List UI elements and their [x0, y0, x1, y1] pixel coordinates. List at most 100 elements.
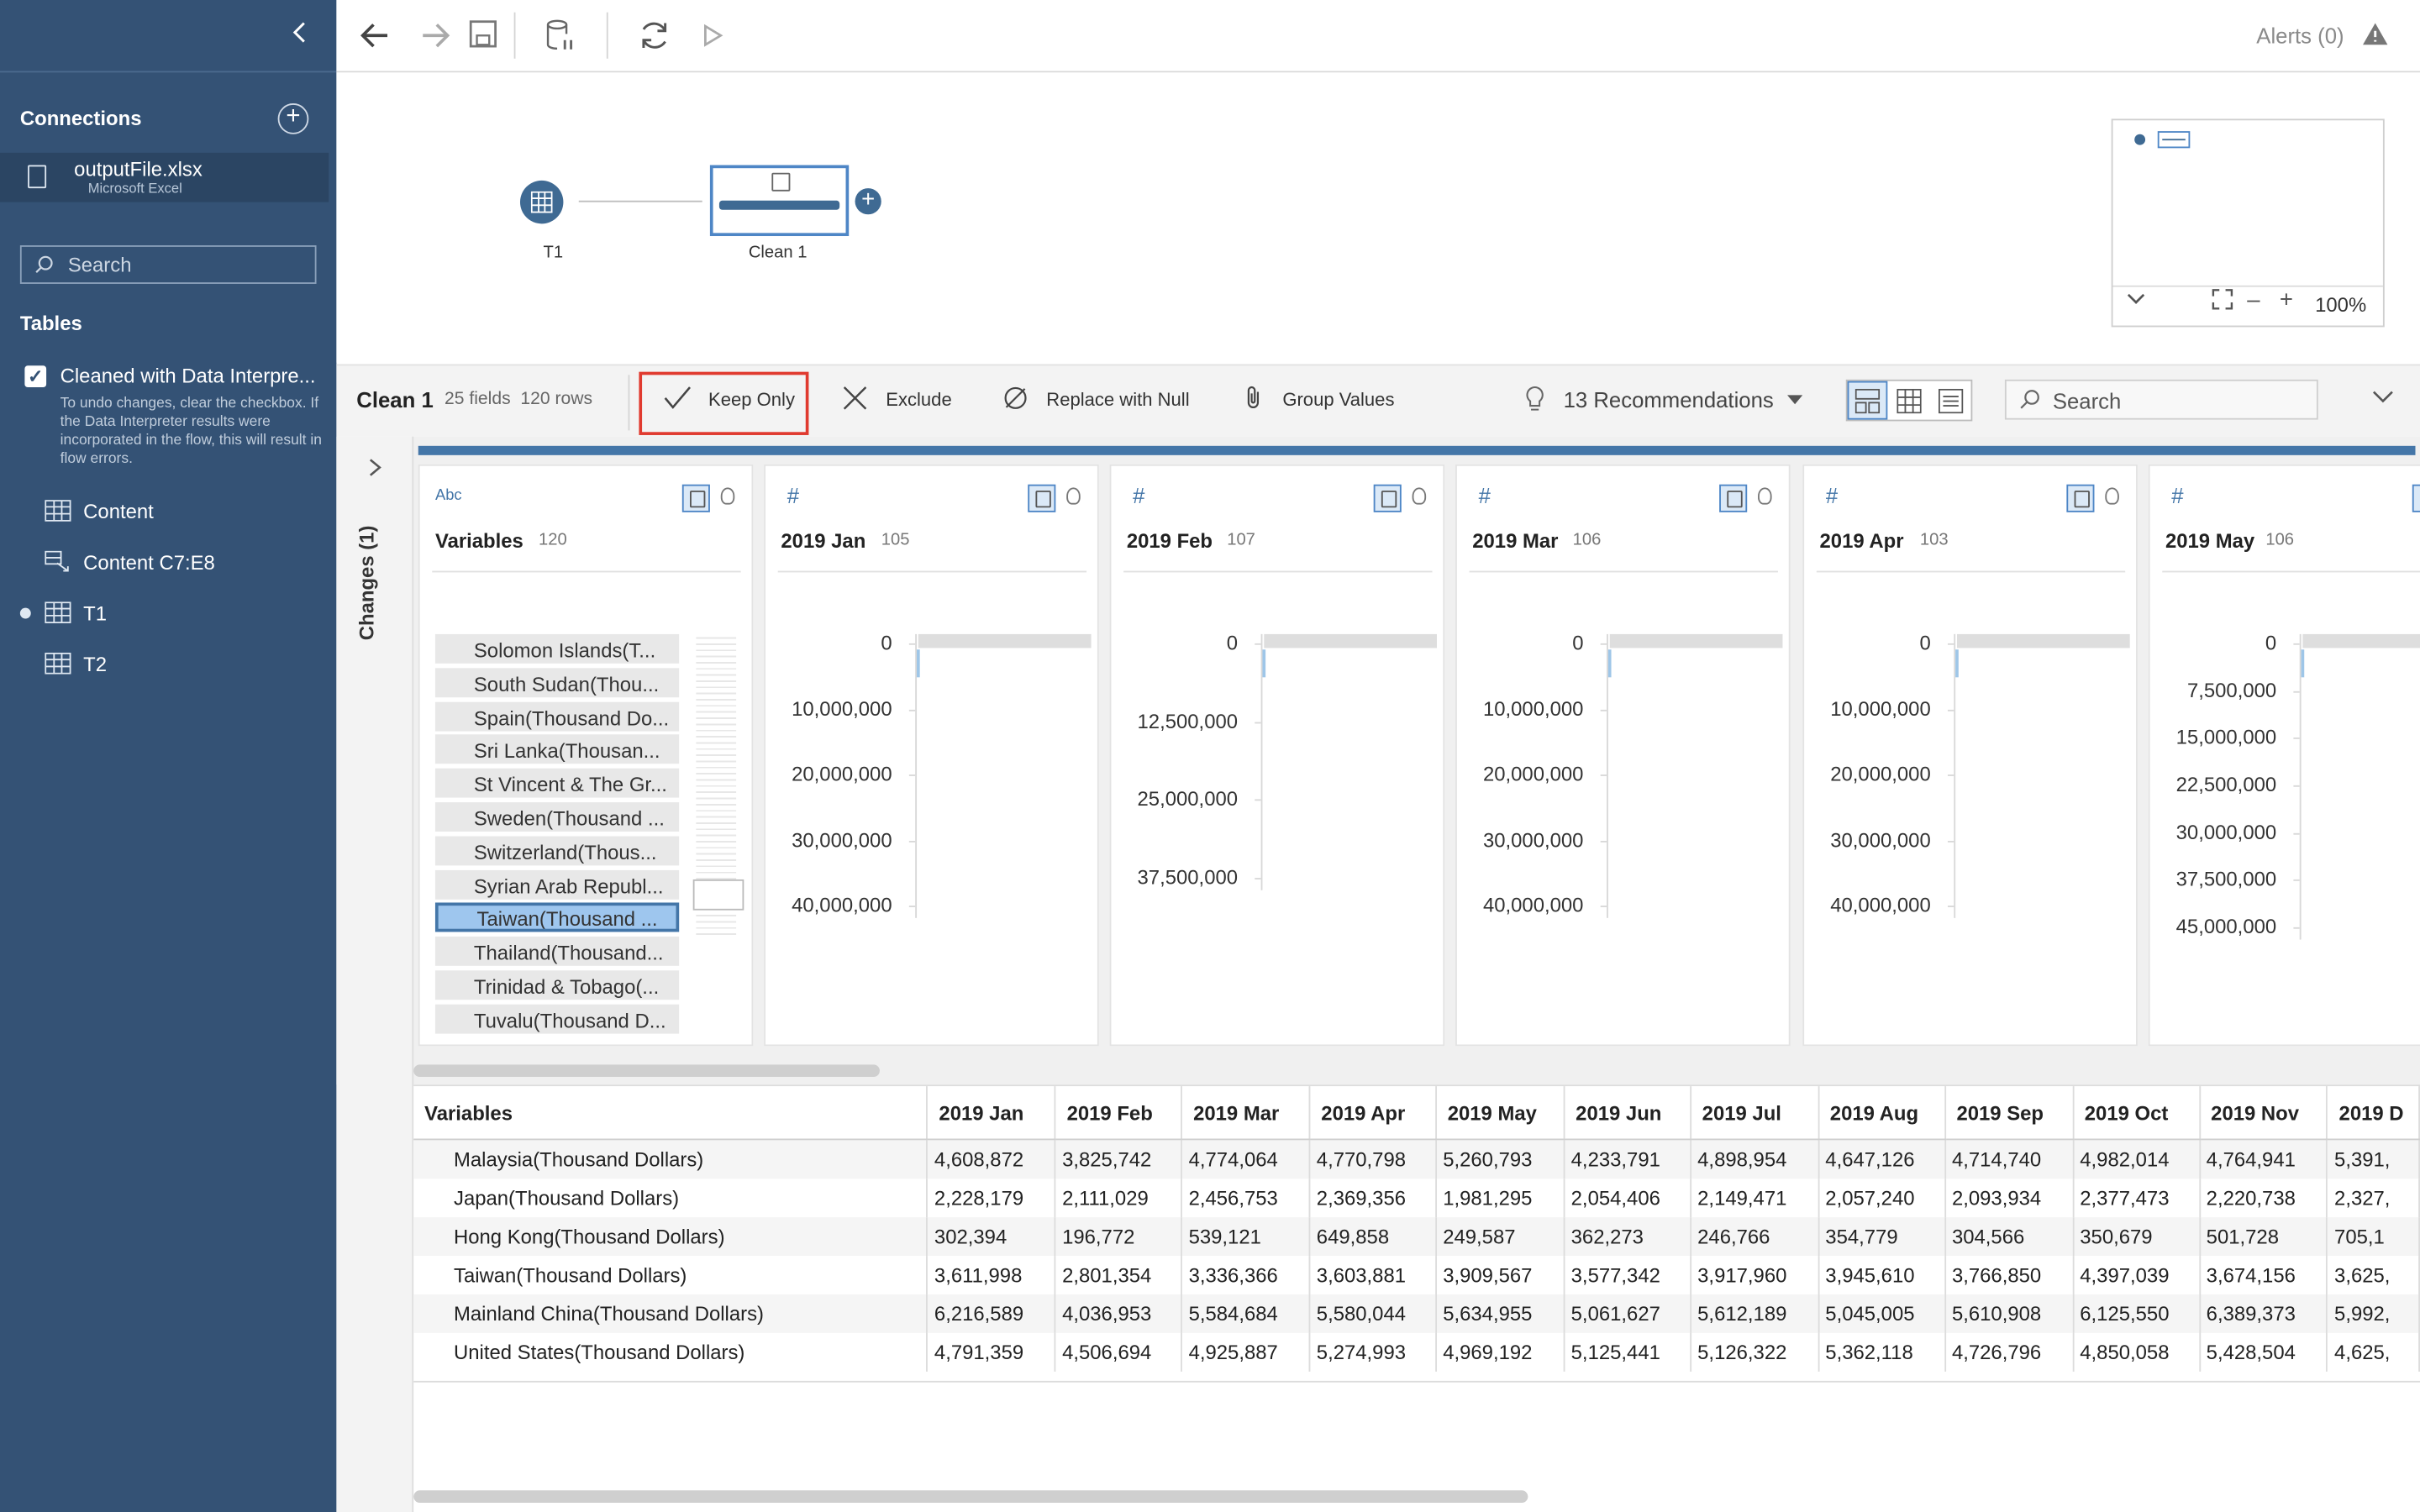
field-search-input[interactable]: [2049, 387, 2303, 416]
profile-card-2019-may[interactable]: #2019 May 106 0 7,500,000 15,000,000 22,500,0…: [2148, 464, 2420, 1047]
histogram-bar[interactable]: [1609, 633, 1783, 648]
profile-card-2019-apr[interactable]: #2019 Apr 103 0 10,000,000 20,000,000 30,000,…: [1802, 464, 2138, 1047]
value-cell[interactable]: 246,766: [1690, 1217, 1819, 1257]
value-row[interactable]: Sri Lanka(Thousan...: [434, 735, 680, 764]
save-icon[interactable]: [468, 18, 499, 59]
value-row[interactable]: Taiwan(Thousand ...: [434, 903, 680, 933]
value-cell[interactable]: 2,369,356: [1309, 1179, 1437, 1218]
profile-view-icon[interactable]: [1847, 381, 1888, 420]
value-cell[interactable]: 4,850,058: [2072, 1332, 2201, 1372]
value-cell[interactable]: 5,125,441: [1564, 1332, 1691, 1372]
forward-icon[interactable]: [418, 18, 452, 61]
histogram-bar[interactable]: [1956, 633, 2130, 648]
value-cell[interactable]: 4,791,359: [927, 1332, 1056, 1372]
profile-card-2019-jan[interactable]: #2019 Jan 105 0 10,000,000 20,000,000 30,000,…: [764, 464, 1099, 1047]
field-name[interactable]: 2019 Jan: [781, 529, 865, 553]
column-header[interactable]: 2019 Jun: [1564, 1086, 1691, 1141]
value-row[interactable]: Solomon Islands(T...: [434, 633, 680, 664]
value-cell[interactable]: 3,909,567: [1435, 1256, 1565, 1295]
value-cell[interactable]: 2,456,753: [1181, 1179, 1311, 1218]
profile-card-2019-feb[interactable]: #2019 Feb 107 0 12,500,000 25,000,000 37,500,…: [1109, 464, 1445, 1047]
value-cell[interactable]: 196,772: [1055, 1217, 1183, 1257]
fit-to-screen-icon[interactable]: [2212, 288, 2233, 314]
value-cell[interactable]: 2,149,471: [1690, 1179, 1819, 1218]
value-cell[interactable]: 2,228,179: [927, 1179, 1056, 1218]
value-cell[interactable]: 4,925,887: [1181, 1332, 1311, 1372]
value-cell[interactable]: 5,061,627: [1564, 1294, 1691, 1333]
data-interpreter-checkbox[interactable]: ✓: [24, 365, 47, 388]
value-cell[interactable]: 302,394: [927, 1217, 1056, 1257]
row-label-cell[interactable]: Malaysia(Thousand Dollars): [413, 1139, 929, 1179]
value-cell[interactable]: 4,608,872: [927, 1139, 1056, 1179]
number-type-icon[interactable]: #: [1133, 483, 1144, 507]
value-cell[interactable]: 3,577,342: [1564, 1256, 1691, 1295]
data-grid-view-icon[interactable]: [1889, 381, 1929, 420]
table-row[interactable]: Hong Kong(Thousand Dollars) 302,394 196,77…: [413, 1217, 2420, 1257]
value-cell[interactable]: 3,945,610: [1818, 1256, 1946, 1295]
grid-horizontal-scrollbar[interactable]: [413, 1490, 1528, 1503]
value-cell[interactable]: 539,121: [1181, 1217, 1311, 1257]
value-cell[interactable]: 350,679: [2072, 1217, 2201, 1257]
value-cell[interactable]: 2,801,354: [1055, 1256, 1183, 1295]
value-cell[interactable]: 4,726,796: [1944, 1332, 2074, 1372]
value-cell[interactable]: 3,611,998: [927, 1256, 1056, 1295]
zoom-out-icon[interactable]: –: [2247, 287, 2260, 313]
value-row[interactable]: Sweden(Thousand ...: [434, 802, 680, 832]
field-name[interactable]: 2019 Apr: [1820, 529, 1904, 553]
connection-item[interactable]: outputFile.xlsx Microsoft Excel: [0, 152, 329, 202]
value-cell[interactable]: 649,858: [1309, 1217, 1437, 1257]
value-cell[interactable]: 6,389,373: [2199, 1294, 2328, 1333]
value-cell[interactable]: 4,506,694: [1055, 1332, 1183, 1372]
chevron-down-icon[interactable]: [2372, 386, 2394, 409]
string-type-icon[interactable]: Abc: [435, 487, 462, 504]
column-header[interactable]: 2019 D: [2327, 1086, 2420, 1141]
histogram-bar[interactable]: [2302, 633, 2420, 648]
row-label-cell[interactable]: Japan(Thousand Dollars): [413, 1179, 929, 1218]
value-cell[interactable]: 5,391,: [2327, 1139, 2420, 1179]
flow-canvas[interactable]: [336, 72, 2420, 363]
column-header[interactable]: 2019 Oct: [2072, 1086, 2201, 1141]
clean-menu-icon[interactable]: [1028, 484, 1056, 512]
sidebar-search[interactable]: [19, 245, 317, 284]
row-label-cell[interactable]: Hong Kong(Thousand Dollars): [413, 1217, 929, 1257]
value-cell[interactable]: 3,917,960: [1690, 1256, 1819, 1295]
add-step-button[interactable]: +: [855, 187, 881, 215]
clean-menu-icon[interactable]: [2066, 484, 2095, 512]
data-grid[interactable]: Variables 2019 Jan 2019 Feb 2019 Mar 2019 Ap…: [413, 1084, 2420, 1512]
add-connection-button[interactable]: +: [277, 103, 309, 134]
table-row[interactable]: United States(Thousand Dollars) 4,791,359…: [413, 1332, 2420, 1372]
value-cell[interactable]: 5,045,005: [1818, 1294, 1946, 1333]
lightbulb-icon[interactable]: [1758, 487, 1772, 505]
alerts-label[interactable]: Alerts (0): [2256, 24, 2344, 48]
column-header[interactable]: 2019 May: [1435, 1086, 1565, 1141]
value-row[interactable]: Spain(Thousand Do...: [434, 701, 680, 731]
lightbulb-icon[interactable]: [1066, 487, 1081, 505]
number-type-icon[interactable]: #: [787, 483, 799, 507]
value-cell[interactable]: 2,111,029: [1055, 1179, 1183, 1218]
number-type-icon[interactable]: #: [1826, 483, 1838, 507]
expand-changes-icon[interactable]: [367, 457, 382, 483]
back-icon[interactable]: [358, 18, 392, 61]
column-header[interactable]: 2019 Nov: [2199, 1086, 2328, 1141]
column-header[interactable]: 2019 Apr: [1309, 1086, 1437, 1141]
value-row[interactable]: Trinidad & Tobago(...: [434, 970, 680, 1000]
column-header[interactable]: 2019 Mar: [1181, 1086, 1311, 1141]
profile-horizontal-scrollbar[interactable]: [413, 1064, 880, 1078]
value-cell[interactable]: 1,981,295: [1435, 1179, 1565, 1218]
histogram-bin[interactable]: [1955, 649, 1959, 678]
lightbulb-icon[interactable]: [2105, 487, 2119, 505]
lightbulb-icon[interactable]: [1412, 487, 1427, 505]
field-name[interactable]: 2019 Mar: [1472, 529, 1558, 553]
value-row[interactable]: South Sudan(Thou...: [434, 667, 680, 697]
value-cell[interactable]: 2,377,473: [2072, 1179, 2201, 1218]
value-cell[interactable]: 5,634,955: [1435, 1294, 1565, 1333]
histogram-bar[interactable]: [918, 633, 1092, 648]
value-cell[interactable]: 2,054,406: [1564, 1179, 1691, 1218]
column-header[interactable]: Variables: [413, 1086, 929, 1141]
value-cell[interactable]: 6,216,589: [927, 1294, 1056, 1333]
value-cell[interactable]: 501,728: [2199, 1217, 2328, 1257]
value-cell[interactable]: 4,770,798: [1309, 1139, 1437, 1179]
value-cell[interactable]: 362,273: [1564, 1217, 1691, 1257]
value-cell[interactable]: 4,898,954: [1690, 1139, 1819, 1179]
table-item-content-range[interactable]: Content C7:E8: [0, 543, 336, 584]
